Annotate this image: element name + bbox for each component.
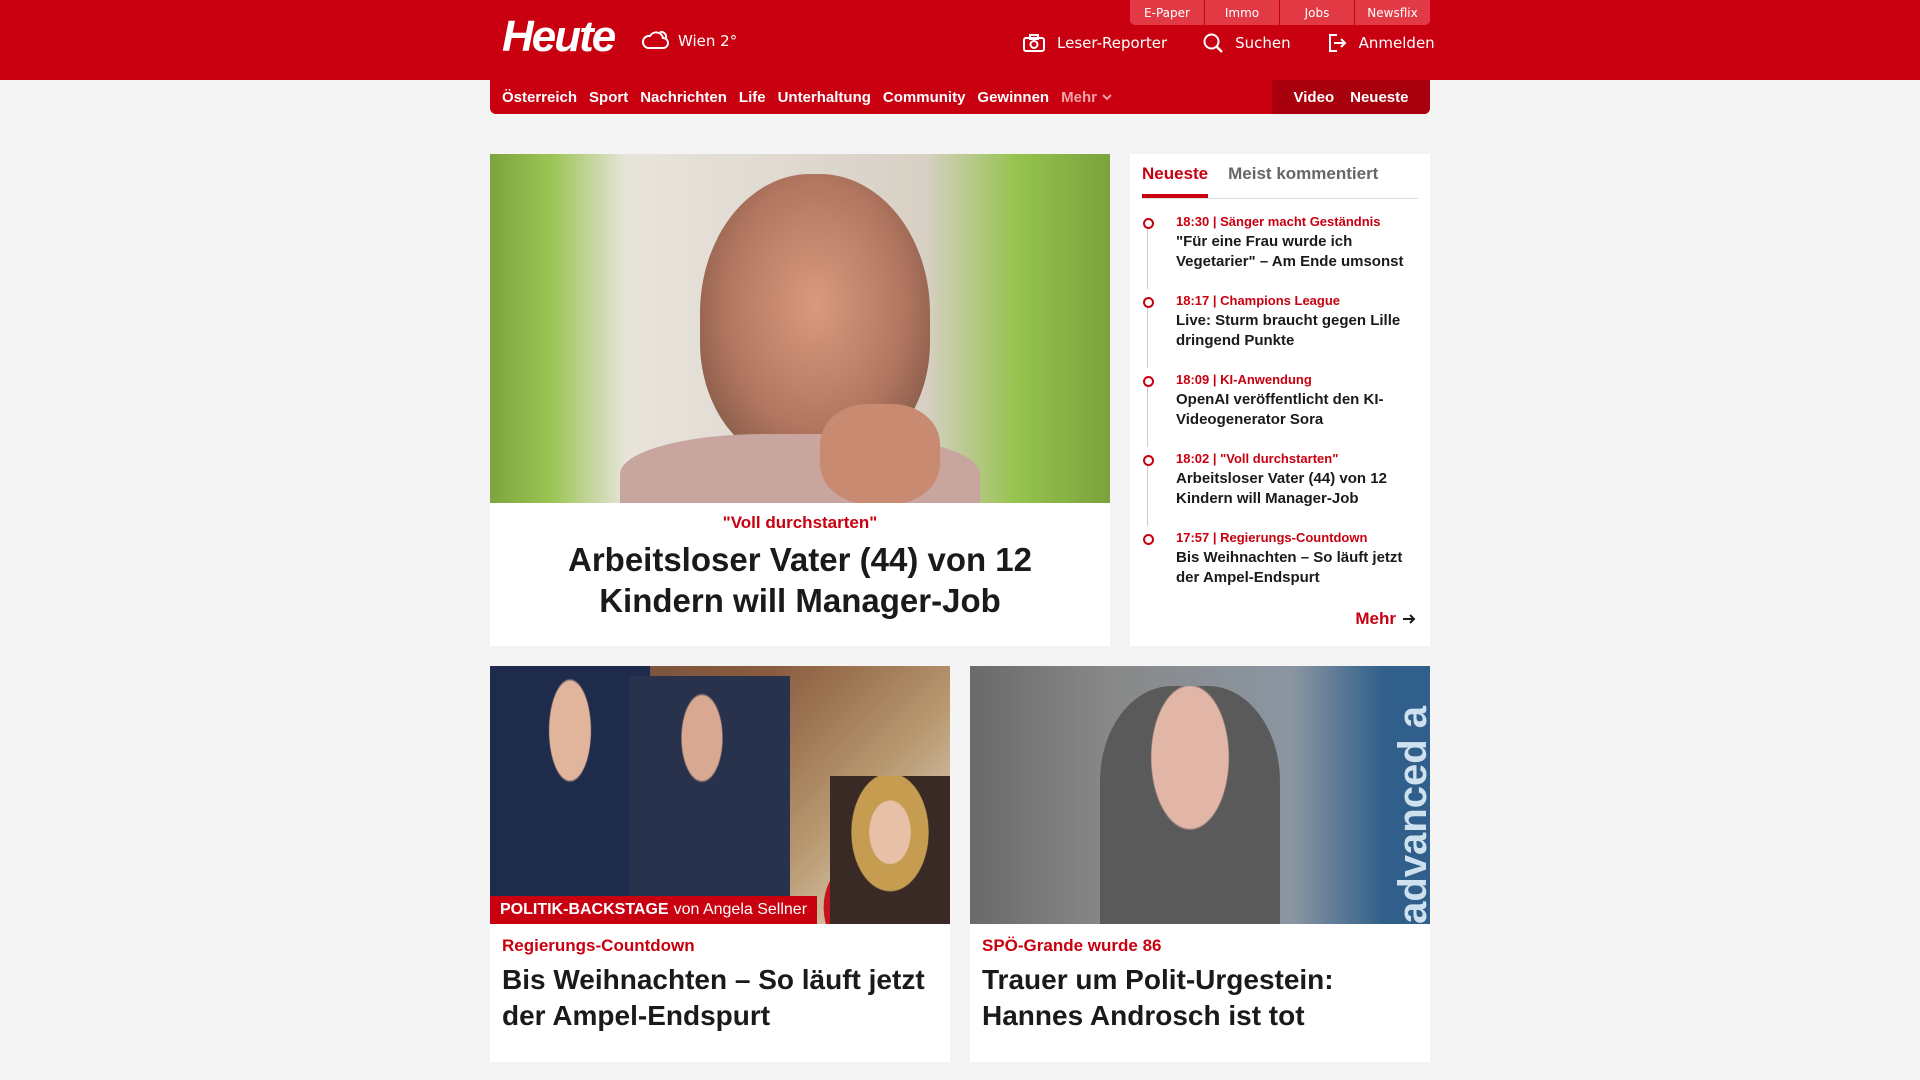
image-person	[490, 666, 650, 924]
nav-item-mehr[interactable]: Mehr	[1061, 89, 1113, 106]
nav-item-sport[interactable]: Sport	[589, 89, 628, 106]
timeline-meta: 18:02 | "Voll durchstarten"	[1176, 451, 1339, 466]
search-icon	[1203, 33, 1223, 53]
search-label: Suchen	[1235, 34, 1291, 52]
timeline-title[interactable]: Arbeitsloser Vater (44) von 12 Kindern w…	[1176, 469, 1422, 509]
tab-meist-kommentiert[interactable]: Meist kommentiert	[1228, 154, 1378, 198]
news-sidebar: Neueste Meist kommentiert 18:30 | Sänger…	[1130, 154, 1430, 646]
timeline-dot	[1143, 297, 1154, 308]
timeline-meta: 18:30 | Sänger macht Geständnis	[1176, 214, 1381, 229]
main-nav: Österreich Sport Nachrichten Life Unterh…	[490, 80, 1430, 114]
article-title[interactable]: Trauer um Polit-Urgestein: Hannes Andros…	[982, 962, 1418, 1034]
nav-item-life[interactable]: Life	[739, 89, 766, 106]
nav-items: Österreich Sport Nachrichten Life Unterh…	[502, 80, 1125, 114]
article-kicker: Regierungs-Countdown	[502, 936, 695, 955]
util-tab-epaper[interactable]: E-Paper	[1130, 0, 1205, 25]
util-tab-newsflix[interactable]: Newsflix	[1355, 0, 1430, 25]
image-person	[630, 676, 790, 924]
timeline-title[interactable]: Bis Weihnachten – So läuft jetzt der Amp…	[1176, 548, 1422, 588]
hero-title[interactable]: Arbeitsloser Vater (44) von 12 Kindern w…	[510, 539, 1090, 621]
nav-mehr-label: Mehr	[1061, 88, 1097, 106]
article-title[interactable]: Bis Weihnachten – So läuft jetzt der Amp…	[502, 962, 938, 1034]
article-card-image[interactable]: advanced a	[970, 666, 1430, 924]
timeline-item[interactable]: 18:30 | Sänger macht Geständnis "Für ein…	[1142, 214, 1422, 293]
login-button[interactable]: Anmelden	[1327, 33, 1435, 53]
weather-text: Wien 2°	[678, 32, 738, 50]
timeline-title[interactable]: "Für eine Frau wurde ich Vegetarier" – A…	[1176, 232, 1422, 272]
article-card[interactable]: POLITIK-BACKSTAGE von Angela Sellner Reg…	[490, 666, 950, 1062]
timeline-meta: 17:57 | Regierungs-Countdown	[1176, 530, 1368, 545]
nav-item-gewinnen[interactable]: Gewinnen	[977, 89, 1049, 106]
hero-kicker: "Voll durchstarten"	[722, 513, 878, 532]
image-person	[830, 776, 950, 924]
timeline-item[interactable]: 18:09 | KI-Anwendung OpenAI veröffentlic…	[1142, 372, 1422, 451]
timeline-item[interactable]: 18:02 | "Voll durchstarten" Arbeitsloser…	[1142, 451, 1422, 530]
timeline-line	[1147, 466, 1148, 526]
util-tab-immo[interactable]: Immo	[1205, 0, 1280, 25]
sidebar-tabs: Neueste Meist kommentiert	[1142, 154, 1418, 199]
timeline-meta: 18:17 | Champions League	[1176, 293, 1341, 308]
header-actions: Leser-Reporter Suchen Anmelden	[1023, 33, 1435, 53]
nav-item-video[interactable]: Video	[1294, 89, 1335, 106]
nav-item-unterhaltung[interactable]: Unterhaltung	[778, 89, 871, 106]
politik-backstage-ribbon: POLITIK-BACKSTAGE von Angela Sellner	[490, 896, 818, 924]
util-tab-jobs[interactable]: Jobs	[1280, 0, 1355, 25]
camera-icon	[1023, 34, 1045, 52]
nav-item-oesterreich[interactable]: Österreich	[502, 89, 577, 106]
timeline-dot	[1143, 455, 1154, 466]
weather-widget[interactable]: Wien 2°	[638, 28, 737, 54]
ribbon-bold: POLITIK-BACKSTAGE	[500, 901, 669, 918]
nav-right: Video Neueste	[1272, 80, 1430, 114]
image-backdrop-text: advanced a	[1391, 706, 1430, 924]
article-card[interactable]: advanced a SPÖ-Grande wurde 86 Trauer um…	[970, 666, 1430, 1062]
nav-item-neueste[interactable]: Neueste	[1350, 89, 1408, 106]
site-logo[interactable]: Heute	[502, 12, 616, 62]
hero-image-hand	[820, 404, 940, 503]
image-person	[1100, 686, 1280, 924]
timeline-item[interactable]: 18:17 | Champions League Live: Sturm bra…	[1142, 293, 1422, 372]
timeline-dot	[1143, 218, 1154, 229]
timeline-line	[1147, 308, 1148, 368]
login-label: Anmelden	[1358, 34, 1435, 52]
leser-reporter-label: Leser-Reporter	[1057, 34, 1168, 52]
nav-item-community[interactable]: Community	[883, 89, 966, 106]
sidebar-more-label: Mehr	[1355, 609, 1396, 628]
timeline-dot	[1143, 376, 1154, 387]
timeline-meta: 18:09 | KI-Anwendung	[1176, 372, 1312, 387]
timeline-line	[1147, 387, 1148, 447]
chevron-down-icon	[1102, 94, 1112, 101]
timeline-dot	[1143, 534, 1154, 545]
hero-image[interactable]	[490, 154, 1110, 503]
leser-reporter-button[interactable]: Leser-Reporter	[1023, 34, 1167, 52]
nav-item-nachrichten[interactable]: Nachrichten	[640, 89, 727, 106]
timeline-item[interactable]: 17:57 | Regierungs-Countdown Bis Weihnac…	[1142, 530, 1422, 609]
search-button[interactable]: Suchen	[1203, 33, 1291, 53]
article-kicker: SPÖ-Grande wurde 86	[982, 936, 1162, 955]
utility-tabs: E-Paper Immo Jobs Newsflix	[1130, 0, 1430, 25]
timeline-title[interactable]: OpenAI veröffentlicht den KI-Videogenera…	[1176, 390, 1422, 430]
login-icon	[1328, 34, 1347, 52]
sidebar-more-link[interactable]: Mehr	[1355, 609, 1416, 629]
ribbon-author: von Angela Sellner	[673, 901, 808, 918]
top-bar	[0, 0, 1920, 80]
timeline-line	[1147, 229, 1148, 289]
arrow-right-icon	[1403, 614, 1416, 624]
news-timeline: 18:30 | Sänger macht Geständnis "Für ein…	[1142, 214, 1422, 609]
article-card-image[interactable]: POLITIK-BACKSTAGE von Angela Sellner	[490, 666, 950, 924]
tab-neueste[interactable]: Neueste	[1142, 154, 1209, 198]
timeline-title[interactable]: Live: Sturm braucht gegen Lille dringend…	[1176, 311, 1422, 351]
hero-article[interactable]: "Voll durchstarten" Arbeitsloser Vater (…	[490, 154, 1110, 646]
cloud-sun-icon	[641, 30, 669, 49]
